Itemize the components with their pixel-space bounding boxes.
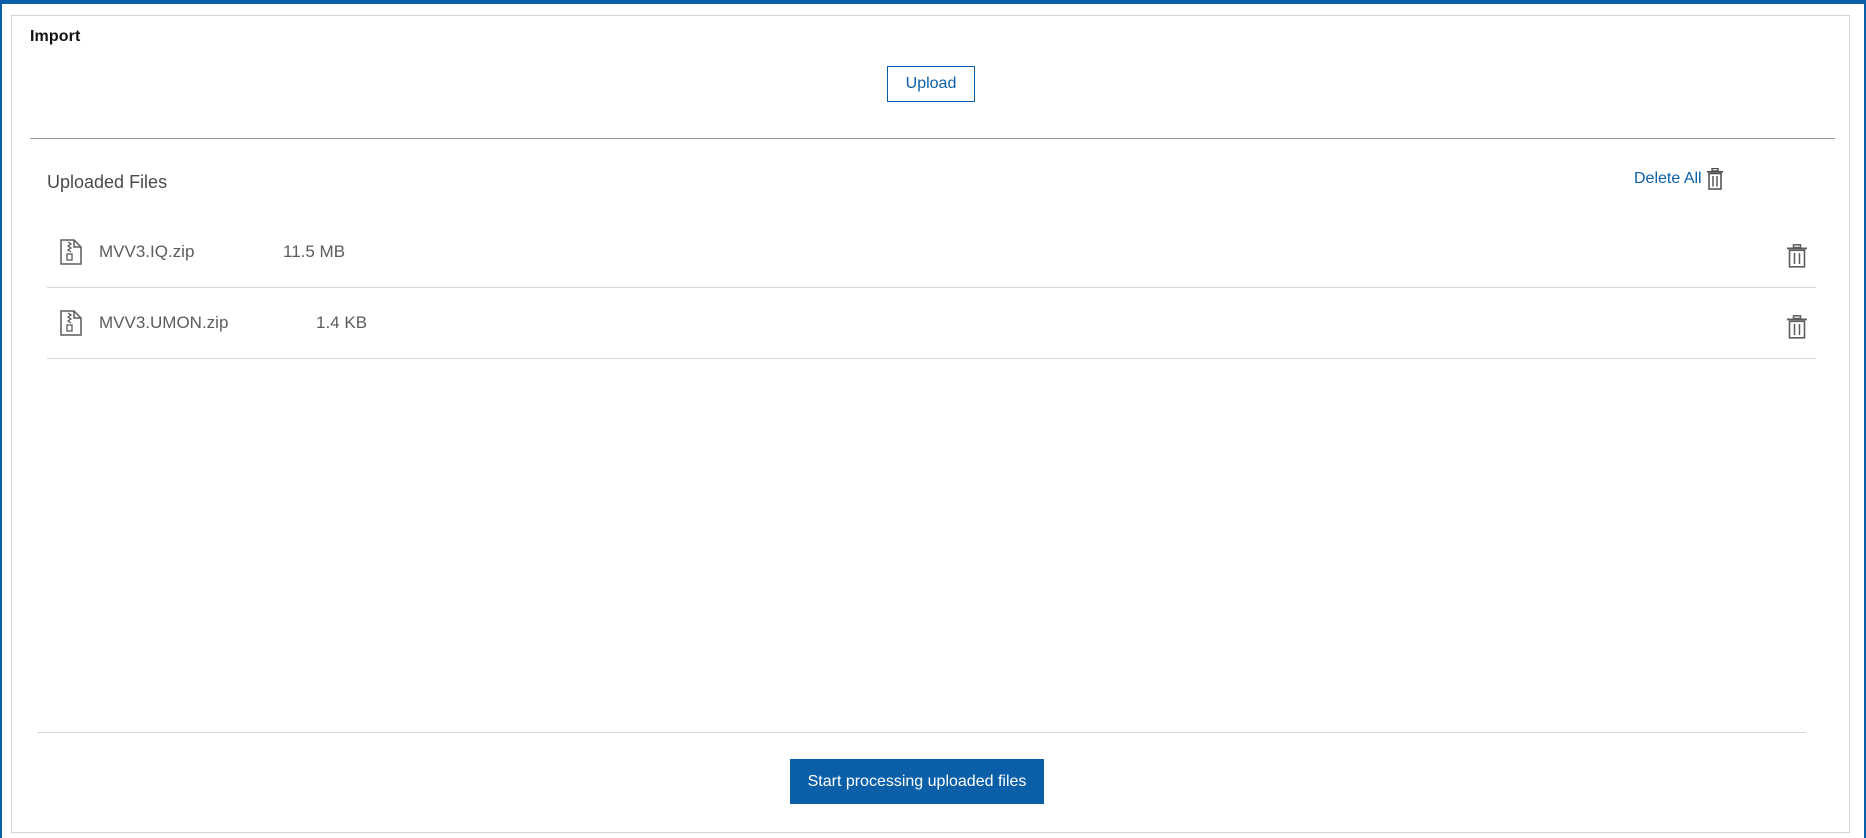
import-panel: Import Upload Uploaded Files Delete All [11, 15, 1850, 833]
start-processing-button[interactable]: Start processing uploaded files [790, 759, 1044, 804]
list-item: MVV3.UMON.zip 1.4 KB [47, 288, 1816, 359]
trash-icon[interactable] [1786, 315, 1808, 339]
file-size: 11.5 MB [283, 242, 346, 261]
trash-icon [1706, 168, 1724, 190]
page-title: Import [30, 28, 81, 45]
file-size: 1.4 KB [316, 313, 368, 332]
list-item: MVV3.IQ.zip 11.5 MB [47, 217, 1816, 288]
uploaded-files-title: Uploaded Files [47, 172, 168, 192]
upload-button[interactable]: Upload [887, 66, 975, 102]
zip-file-icon [59, 310, 83, 336]
file-name: MVV3.IQ.zip [99, 242, 195, 261]
trash-icon[interactable] [1786, 244, 1808, 268]
window-left-border [0, 0, 2, 838]
delete-all-button[interactable]: Delete All [1634, 168, 1724, 190]
delete-all-label: Delete All [1634, 170, 1702, 187]
window-top-border [0, 0, 1866, 4]
file-name: MVV3.UMON.zip [99, 313, 229, 332]
section-divider [30, 138, 1835, 139]
uploaded-files-list: MVV3.IQ.zip 11.5 MB MVV3.UMON.zip 1.4 KB [47, 217, 1816, 359]
footer-divider [37, 732, 1806, 733]
zip-file-icon [59, 239, 83, 265]
